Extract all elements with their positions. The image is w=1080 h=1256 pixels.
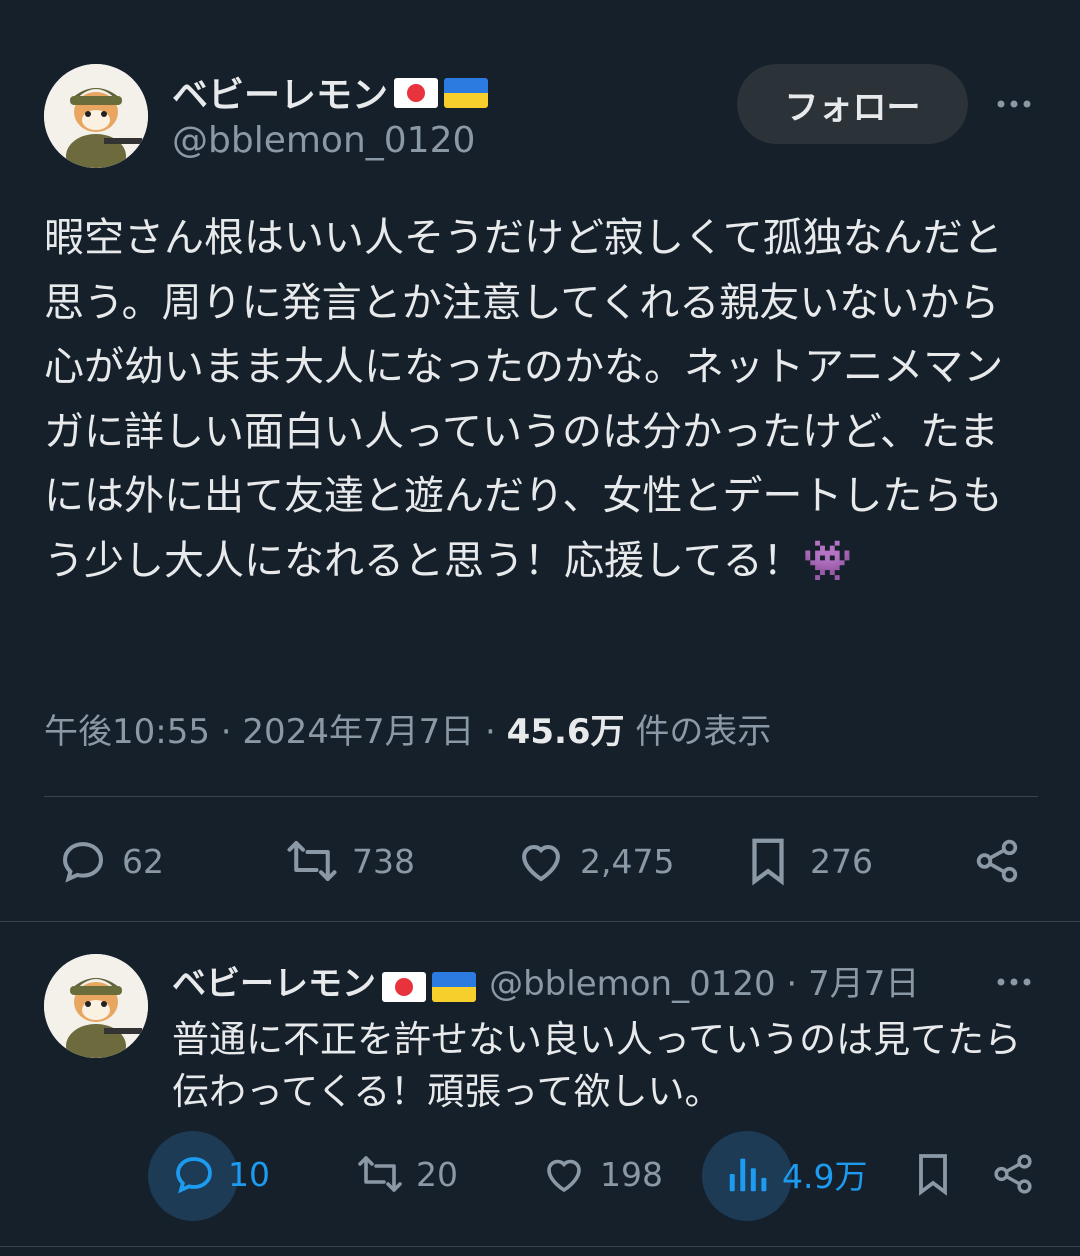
tweet-text: 暇空さん根はいい人そうだけど寂しくて孤独なんだと思う。周りに発言とか注意してくれ… xyxy=(44,215,1004,584)
reply-reply-count: 10 xyxy=(228,1154,270,1194)
bookmark-icon xyxy=(744,834,792,888)
reply-display-name[interactable]: ベビーレモン xyxy=(172,964,376,1004)
retweet-button[interactable]: 738 xyxy=(282,834,415,888)
retweet-icon xyxy=(354,1150,406,1198)
views-label: 件の表示 xyxy=(635,712,772,752)
reply-bookmark-button[interactable] xyxy=(912,1150,954,1198)
retweet-count: 738 xyxy=(352,841,415,881)
ukraine-flag-icon xyxy=(432,971,476,1002)
more-icon[interactable] xyxy=(994,84,1034,132)
reply-header: ベビーレモン @bblemon_0120 · 7月7日 xyxy=(172,964,920,1004)
japan-flag-icon xyxy=(394,78,439,108)
bookmark-button[interactable]: 276 xyxy=(744,834,873,888)
like-count: 2,475 xyxy=(580,841,675,881)
reply-more-icon[interactable] xyxy=(994,962,1034,1006)
reply-date[interactable]: 7月7日 xyxy=(808,964,919,1004)
reply-handle[interactable]: @bblemon_0120 xyxy=(489,964,776,1004)
reply-like-count: 198 xyxy=(600,1154,663,1194)
handle[interactable]: @bblemon_0120 xyxy=(172,120,475,161)
display-name[interactable]: ベビーレモン xyxy=(172,66,489,118)
like-button[interactable]: 2,475 xyxy=(514,834,674,888)
reply-retweet-count: 20 xyxy=(416,1154,458,1194)
follow-button[interactable]: フォロー xyxy=(737,64,968,144)
divider xyxy=(0,921,1080,922)
tweet-time[interactable]: 午後10:55 xyxy=(44,712,210,752)
reply-reply-button[interactable]: 10 xyxy=(170,1150,270,1198)
share-icon xyxy=(990,1150,1036,1198)
ukraine-flag-icon xyxy=(444,78,489,108)
like-icon xyxy=(540,1150,588,1198)
views-count: 45.6万 xyxy=(506,712,625,752)
reply-retweet-button[interactable]: 20 xyxy=(354,1150,458,1198)
reply-views-button[interactable]: 4.9万 xyxy=(724,1150,867,1198)
reply-icon xyxy=(56,834,110,888)
divider xyxy=(0,1246,1080,1247)
reply-count: 62 xyxy=(122,841,164,881)
reply-like-button[interactable]: 198 xyxy=(540,1150,663,1198)
reply-icon xyxy=(170,1150,218,1198)
tweet-date[interactable]: 2024年7月7日 xyxy=(242,712,474,752)
reply-views-count: 4.9万 xyxy=(782,1157,868,1196)
share-button[interactable] xyxy=(972,834,1022,888)
views-icon xyxy=(724,1150,770,1198)
reply-text: 普通に不正を許せない良い人っていうのは見てたら伝わってくる！頑張って欲しい。 xyxy=(172,1018,1022,1113)
like-icon xyxy=(514,834,568,888)
reply-button[interactable]: 62 xyxy=(56,834,164,888)
bookmark-count: 276 xyxy=(810,841,873,881)
reply-share-button[interactable] xyxy=(990,1150,1036,1198)
bookmark-icon xyxy=(912,1150,954,1198)
tweet-meta: 午後10:55 · 2024年7月7日 · 45.6万 件の表示 xyxy=(44,712,772,752)
japan-flag-icon xyxy=(382,971,426,1002)
divider xyxy=(44,796,1038,797)
display-name-text[interactable]: ベビーレモン xyxy=(172,75,388,116)
share-icon xyxy=(972,834,1022,888)
avatar[interactable] xyxy=(44,64,148,168)
reply-avatar[interactable] xyxy=(44,954,148,1058)
retweet-icon xyxy=(282,834,342,888)
